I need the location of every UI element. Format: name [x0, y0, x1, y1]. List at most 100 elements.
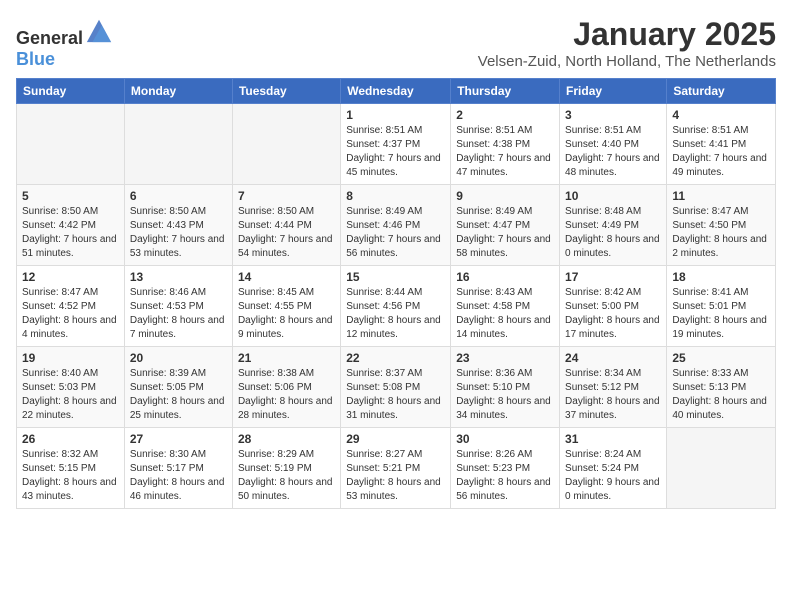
calendar-cell: 19 Sunrise: 8:40 AMSunset: 5:03 PMDayligh…	[17, 347, 125, 428]
day-number: 3	[565, 108, 661, 122]
calendar-cell: 16Sunrise: 8:43 AMSunset: 4:58 PMDayligh…	[451, 266, 560, 347]
calendar-cell: 27Sunrise: 8:30 AMSunset: 5:17 PMDayligh…	[124, 428, 232, 509]
day-number: 7	[238, 189, 335, 203]
title-block: January 2025 Velsen-Zuid, North Holland,…	[478, 16, 776, 70]
calendar-cell: 22Sunrise: 8:37 AMSunset: 5:08 PMDayligh…	[341, 347, 451, 428]
logo-text: General Blue	[16, 16, 113, 70]
weekday-header-sunday: Sunday	[17, 79, 125, 104]
day-number: 30	[456, 432, 554, 446]
day-number: 31	[565, 432, 661, 446]
day-number: 9	[456, 189, 554, 203]
weekday-header-monday: Monday	[124, 79, 232, 104]
day-number: 25	[672, 351, 770, 365]
weekday-header-saturday: Saturday	[667, 79, 776, 104]
day-number: 28	[238, 432, 335, 446]
day-info: Sunrise: 8:46 AMSunset: 4:53 PMDaylight:…	[130, 286, 227, 342]
day-number: 15	[346, 270, 445, 284]
day-info: Sunrise: 8:49 AMSunset: 4:46 PMDaylight:…	[346, 205, 445, 261]
day-number: 21	[238, 351, 335, 365]
day-number: 26	[22, 432, 119, 446]
calendar-cell	[667, 428, 776, 509]
calendar-cell: 21 Sunrise: 8:38 AMSunset: 5:06 PMDayligh…	[232, 347, 340, 428]
day-info: Sunrise: 8:41 AMSunset: 5:01 PMDaylight:…	[672, 286, 770, 342]
day-number: 6	[130, 189, 227, 203]
calendar-cell: 15Sunrise: 8:44 AMSunset: 4:56 PMDayligh…	[341, 266, 451, 347]
day-info: Sunrise: 8:51 AMSunset: 4:41 PMDaylight:…	[672, 124, 770, 180]
day-number: 4	[672, 108, 770, 122]
day-info: Sunrise: 8:27 AMSunset: 5:21 PMDaylight:…	[346, 448, 445, 504]
calendar-week-1: 1 Sunrise: 8:51 AMSunset: 4:37 PMDaylight…	[17, 104, 776, 185]
day-info: Sunrise: 8:50 AMSunset: 4:43 PMDaylight:…	[130, 205, 227, 261]
day-number: 20	[130, 351, 227, 365]
day-number: 18	[672, 270, 770, 284]
logo: General Blue	[16, 16, 113, 70]
logo-general: General	[16, 28, 83, 48]
calendar-week-3: 12 Sunrise: 8:47 AMSunset: 4:52 PMDayligh…	[17, 266, 776, 347]
calendar-cell: 7 Sunrise: 8:50 AMSunset: 4:44 PMDaylight…	[232, 185, 340, 266]
weekday-header-row: SundayMondayTuesdayWednesdayThursdayFrid…	[17, 79, 776, 104]
day-number: 1	[346, 108, 445, 122]
logo-blue: Blue	[16, 49, 55, 69]
day-info: Sunrise: 8:34 AMSunset: 5:12 PMDaylight:…	[565, 367, 661, 423]
day-number: 14	[238, 270, 335, 284]
calendar-cell: 6 Sunrise: 8:50 AMSunset: 4:43 PMDaylight…	[124, 185, 232, 266]
calendar-week-2: 5Sunrise: 8:50 AMSunset: 4:42 PMDaylight…	[17, 185, 776, 266]
calendar-cell	[17, 104, 125, 185]
calendar-cell: 24 Sunrise: 8:34 AMSunset: 5:12 PMDayligh…	[560, 347, 667, 428]
day-info: Sunrise: 8:29 AMSunset: 5:19 PMDaylight:…	[238, 448, 335, 504]
calendar-cell	[124, 104, 232, 185]
day-info: Sunrise: 8:47 AMSunset: 4:52 PMDaylight:…	[22, 286, 119, 342]
calendar-cell: 1 Sunrise: 8:51 AMSunset: 4:37 PMDaylight…	[341, 104, 451, 185]
day-info: Sunrise: 8:51 AMSunset: 4:40 PMDaylight:…	[565, 124, 661, 180]
day-info: Sunrise: 8:40 AMSunset: 5:03 PMDaylight:…	[22, 367, 119, 423]
day-number: 19	[22, 351, 119, 365]
calendar-cell: 10Sunrise: 8:48 AMSunset: 4:49 PMDayligh…	[560, 185, 667, 266]
day-info: Sunrise: 8:51 AMSunset: 4:38 PMDaylight:…	[456, 124, 554, 180]
calendar-cell: 29 Sunrise: 8:27 AMSunset: 5:21 PMDayligh…	[341, 428, 451, 509]
calendar-table: SundayMondayTuesdayWednesdayThursdayFrid…	[16, 78, 776, 509]
calendar-cell: 23 Sunrise: 8:36 AMSunset: 5:10 PMDayligh…	[451, 347, 560, 428]
day-number: 23	[456, 351, 554, 365]
calendar-cell: 18 Sunrise: 8:41 AMSunset: 5:01 PMDayligh…	[667, 266, 776, 347]
day-number: 12	[22, 270, 119, 284]
calendar-cell: 17Sunrise: 8:42 AMSunset: 5:00 PMDayligh…	[560, 266, 667, 347]
day-number: 29	[346, 432, 445, 446]
calendar-cell: 26 Sunrise: 8:32 AMSunset: 5:15 PMDayligh…	[17, 428, 125, 509]
calendar-cell: 8 Sunrise: 8:49 AMSunset: 4:46 PMDaylight…	[341, 185, 451, 266]
calendar-cell: 14Sunrise: 8:45 AMSunset: 4:55 PMDayligh…	[232, 266, 340, 347]
day-info: Sunrise: 8:38 AMSunset: 5:06 PMDaylight:…	[238, 367, 335, 423]
day-info: Sunrise: 8:32 AMSunset: 5:15 PMDaylight:…	[22, 448, 119, 504]
day-info: Sunrise: 8:43 AMSunset: 4:58 PMDaylight:…	[456, 286, 554, 342]
weekday-header-friday: Friday	[560, 79, 667, 104]
day-number: 10	[565, 189, 661, 203]
day-info: Sunrise: 8:39 AMSunset: 5:05 PMDaylight:…	[130, 367, 227, 423]
calendar-cell: 11Sunrise: 8:47 AMSunset: 4:50 PMDayligh…	[667, 185, 776, 266]
day-info: Sunrise: 8:49 AMSunset: 4:47 PMDaylight:…	[456, 205, 554, 261]
calendar-week-4: 19 Sunrise: 8:40 AMSunset: 5:03 PMDayligh…	[17, 347, 776, 428]
day-number: 22	[346, 351, 445, 365]
day-number: 17	[565, 270, 661, 284]
calendar-cell: 5Sunrise: 8:50 AMSunset: 4:42 PMDaylight…	[17, 185, 125, 266]
day-number: 24	[565, 351, 661, 365]
day-number: 8	[346, 189, 445, 203]
day-info: Sunrise: 8:24 AMSunset: 5:24 PMDaylight:…	[565, 448, 661, 504]
calendar-cell: 3 Sunrise: 8:51 AMSunset: 4:40 PMDaylight…	[560, 104, 667, 185]
calendar-cell: 25Sunrise: 8:33 AMSunset: 5:13 PMDayligh…	[667, 347, 776, 428]
calendar-cell: 9 Sunrise: 8:49 AMSunset: 4:47 PMDaylight…	[451, 185, 560, 266]
weekday-header-thursday: Thursday	[451, 79, 560, 104]
day-info: Sunrise: 8:51 AMSunset: 4:37 PMDaylight:…	[346, 124, 445, 180]
calendar-cell: 2Sunrise: 8:51 AMSunset: 4:38 PMDaylight…	[451, 104, 560, 185]
calendar-cell: 4 Sunrise: 8:51 AMSunset: 4:41 PMDaylight…	[667, 104, 776, 185]
day-info: Sunrise: 8:26 AMSunset: 5:23 PMDaylight:…	[456, 448, 554, 504]
location-title: Velsen-Zuid, North Holland, The Netherla…	[478, 53, 776, 70]
day-info: Sunrise: 8:50 AMSunset: 4:42 PMDaylight:…	[22, 205, 119, 261]
month-title: January 2025	[478, 16, 776, 53]
weekday-header-tuesday: Tuesday	[232, 79, 340, 104]
day-info: Sunrise: 8:50 AMSunset: 4:44 PMDaylight:…	[238, 205, 335, 261]
page-header: General Blue January 2025 Velsen-Zuid, N…	[16, 16, 776, 70]
day-number: 11	[672, 189, 770, 203]
calendar-cell: 13Sunrise: 8:46 AMSunset: 4:53 PMDayligh…	[124, 266, 232, 347]
day-info: Sunrise: 8:36 AMSunset: 5:10 PMDaylight:…	[456, 367, 554, 423]
calendar-cell: 31 Sunrise: 8:24 AMSunset: 5:24 PMDayligh…	[560, 428, 667, 509]
calendar-cell: 12 Sunrise: 8:47 AMSunset: 4:52 PMDayligh…	[17, 266, 125, 347]
